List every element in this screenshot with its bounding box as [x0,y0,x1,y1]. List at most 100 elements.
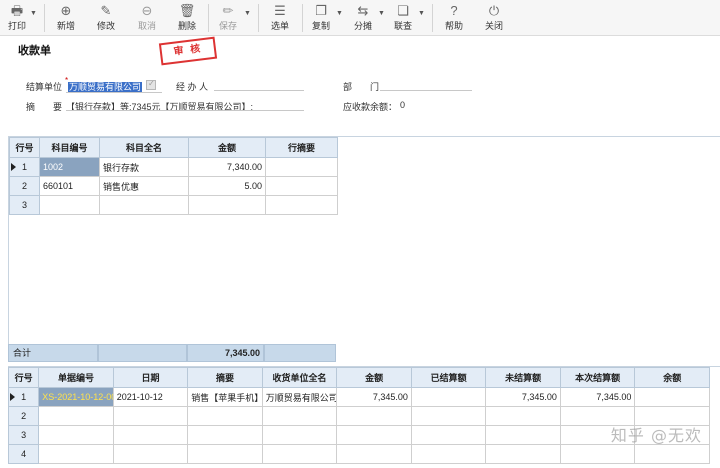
save-button[interactable]: ✏ 保存 [214,2,242,34]
col-header-summary[interactable]: 摘要 [187,367,263,388]
settle-checkbox[interactable] [146,79,156,90]
table-row[interactable]: 3 [7,425,710,445]
save-label: 保存 [218,21,237,31]
cell-code[interactable]: 1002 [39,157,100,177]
cell-unsettled[interactable] [485,425,561,445]
split-button[interactable]: ⇆ 分摊 [350,2,376,34]
cell-unsettled[interactable] [485,444,561,464]
cell-unit[interactable] [261,425,338,445]
row-number: 3 [7,425,40,445]
select-order-button[interactable]: ☰ 选单 [266,2,294,34]
cell-settled[interactable] [410,444,487,464]
new-button[interactable]: ⊕ 新增 [52,2,80,34]
cell-amount[interactable]: 7,340.00 [188,157,266,177]
dept-input[interactable] [380,90,472,91]
copy-label: 复制 [311,21,330,31]
cell-balance[interactable] [634,387,710,407]
settlement-table: 行号 单据编号 日期 摘要 收货单位全名 金额 已结算额 未结算额 本次结算额 … [7,367,710,464]
save-dropdown-caret[interactable]: ▼ [244,2,252,34]
row-number: 3 [9,195,40,215]
cell-doc-no[interactable]: XS-2021-10-12-00001 [38,387,114,407]
cell-settled[interactable] [410,406,487,426]
col-header-settled[interactable]: 已结算额 [410,367,487,388]
cell-memo[interactable] [265,157,338,177]
cell-summary[interactable] [187,425,263,445]
col-header-unsettled[interactable]: 未结算额 [485,367,561,388]
col-header-balance[interactable]: 余额 [634,367,710,388]
summary-input[interactable]: 【银行存款】等:7345元【万顺贸易有限公司】: [66,100,253,113]
copy-dropdown-caret[interactable]: ▼ [336,2,344,34]
col-header-unit[interactable]: 收货单位全名 [261,367,338,388]
cell-settled[interactable] [410,425,487,445]
table-row[interactable]: 2 660101 销售优惠 5.00 [9,176,338,196]
link-query-dropdown-caret[interactable]: ▼ [418,2,426,34]
col-header-memo[interactable]: 行摘要 [265,137,338,158]
print-dropdown-caret[interactable]: ▼ [30,2,38,34]
link-query-label: 联查 [393,21,412,31]
cell-amount[interactable] [336,444,412,464]
cell-date[interactable]: 2021-10-12 [112,387,189,407]
cell-unit[interactable] [261,406,338,426]
cell-name[interactable]: 销售优惠 [99,176,189,196]
cell-doc-no[interactable] [38,444,114,464]
col-header-rowno[interactable]: 行号 [9,137,40,158]
help-icon: ? [450,3,458,18]
cell-amount[interactable]: 7,345.00 [336,387,412,407]
cell-code[interactable]: 660101 [39,176,100,196]
table-row[interactable]: 4 [7,444,710,464]
print-button[interactable]: 🖶 打印 [4,2,30,34]
col-header-name[interactable]: 科目全名 [99,137,189,158]
cell-memo[interactable] [265,176,338,196]
link-query-button[interactable]: ❏ 联查 [390,2,416,34]
cell-doc-no[interactable] [38,406,114,426]
cell-name[interactable]: 银行存款 [99,157,189,177]
cell-amount[interactable] [336,406,412,426]
col-header-amount[interactable]: 金额 [188,137,266,158]
col-header-date[interactable]: 日期 [112,367,189,388]
col-header-rowno[interactable]: 行号 [7,367,40,388]
col-header-current[interactable]: 本次结算额 [559,367,636,388]
cell-current[interactable]: 7,345.00 [559,387,636,407]
help-button[interactable]: ? 帮助 [440,2,468,34]
cell-unsettled[interactable]: 7,345.00 [485,387,561,407]
cell-code[interactable] [39,195,100,215]
settlement-grid: 行号 单据编号 日期 摘要 收货单位全名 金额 已结算额 未结算额 本次结算额 … [7,366,720,468]
cell-unsettled[interactable] [485,406,561,426]
cell-unit[interactable]: 万顺贸易有限公司 [261,387,338,407]
cell-amount[interactable]: 5.00 [188,176,266,196]
col-header-doc-no[interactable]: 单据编号 [38,367,114,388]
cell-date[interactable] [112,406,189,426]
cell-summary[interactable] [187,444,263,464]
cell-unit[interactable] [261,444,338,464]
cell-date[interactable] [112,444,189,464]
col-header-code[interactable]: 科目编号 [39,137,100,158]
cell-balance[interactable] [634,444,710,464]
cancel-button[interactable]: ⊖ 取消 [133,2,161,34]
delete-button[interactable]: 🗑 删除 [173,2,201,34]
cell-amount[interactable] [336,425,412,445]
cell-summary[interactable]: 销售【苹果手机】 [187,387,263,407]
edit-button[interactable]: ✎ 修改 [92,2,120,34]
list-select-icon: ☰ [274,3,286,18]
table-row[interactable]: 1 1002 银行存款 7,340.00 [9,157,338,177]
copy-button[interactable]: ❐ 复制 [308,2,334,34]
cell-settled[interactable] [410,387,487,407]
link-query-icon: ❏ [397,3,409,18]
cell-amount[interactable] [188,195,266,215]
col-header-amount[interactable]: 金额 [336,367,412,388]
cell-date[interactable] [112,425,189,445]
cell-summary[interactable] [187,406,263,426]
cell-name[interactable] [99,195,189,215]
table-row[interactable]: 2 [7,406,710,426]
summary-label: 摘 要 [26,102,63,112]
cell-current[interactable] [559,444,636,464]
table-row[interactable]: 3 [9,195,338,215]
table-row[interactable]: 1 XS-2021-10-12-00001 2021-10-12 销售【苹果手机… [7,387,710,407]
cell-memo[interactable] [265,195,338,215]
print-label: 打印 [7,21,26,31]
cell-doc-no[interactable] [38,425,114,445]
handler-input[interactable] [214,90,304,91]
total-spacer [98,344,187,362]
split-dropdown-caret[interactable]: ▼ [378,2,386,34]
close-button[interactable]: ⏻ 关闭 [480,2,508,34]
